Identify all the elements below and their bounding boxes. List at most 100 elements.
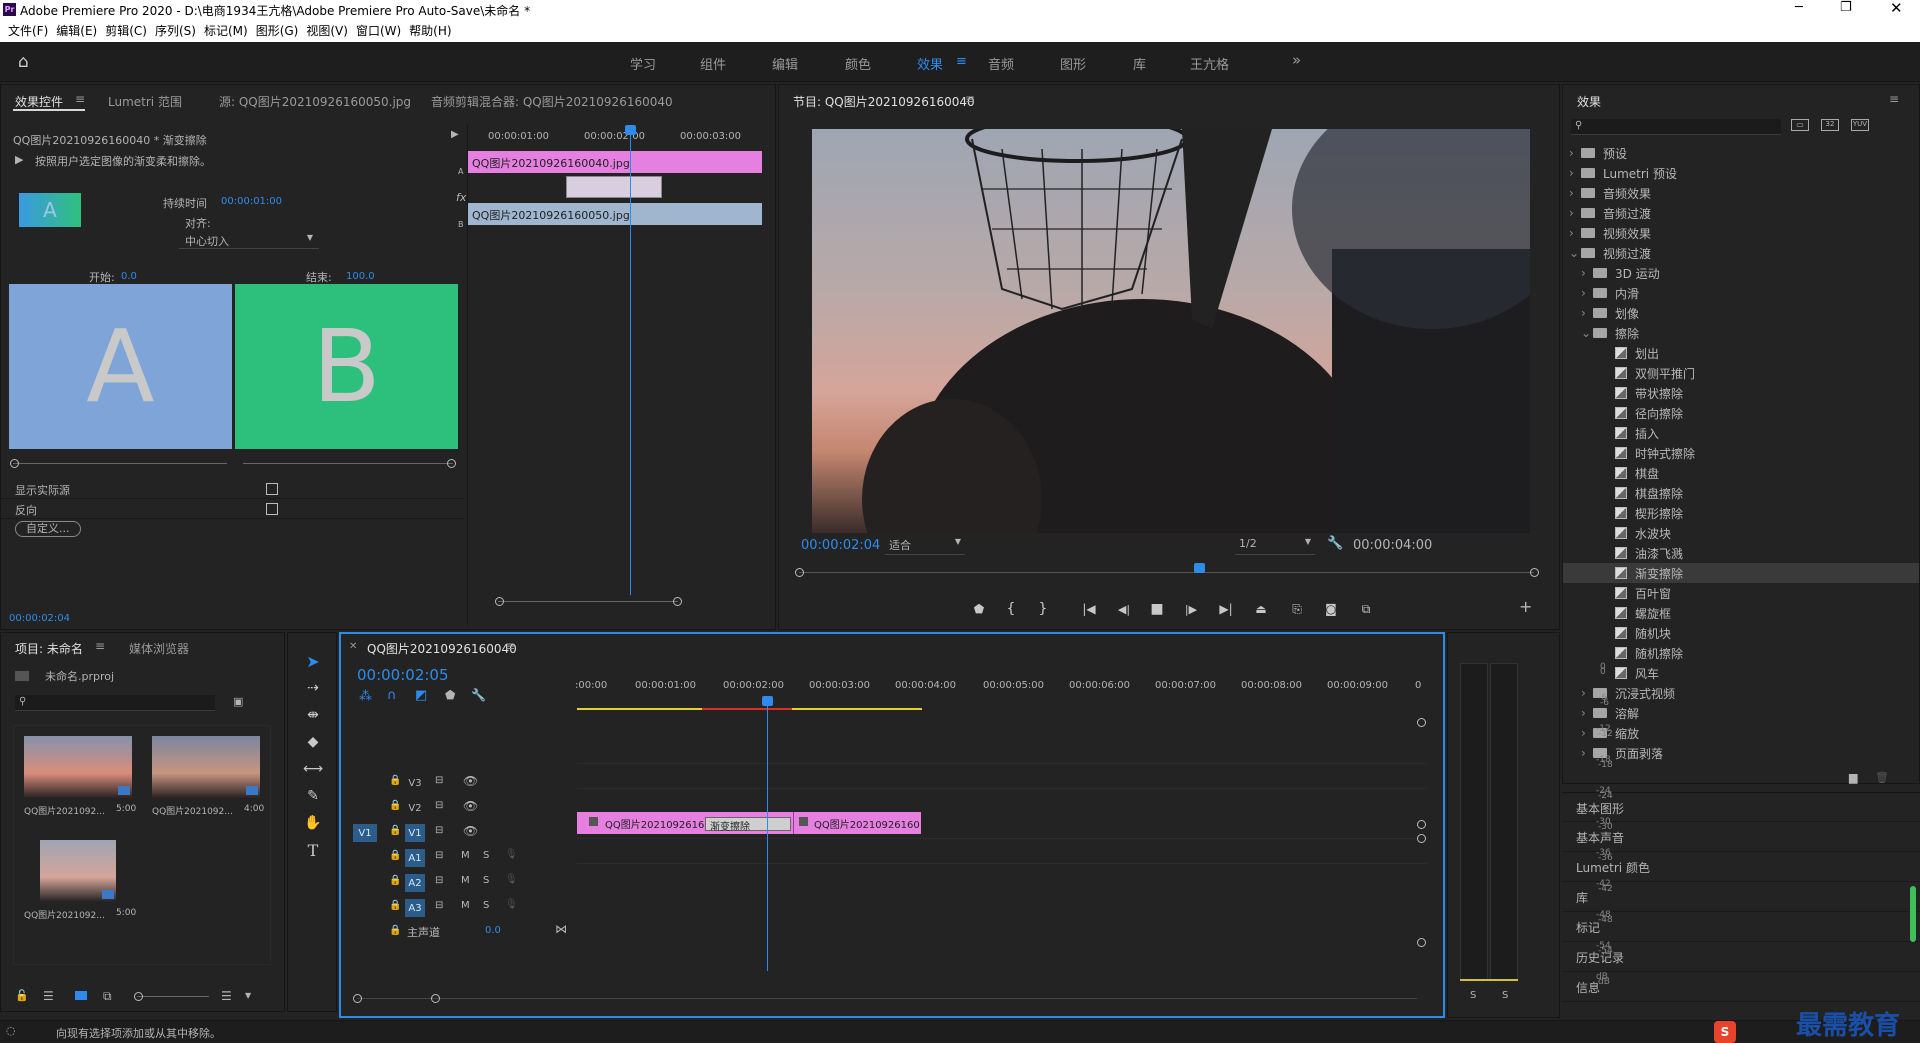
snap-icon[interactable]: ⁂ <box>359 689 372 704</box>
button-editor-icon[interactable]: + <box>1519 597 1532 616</box>
step-forward-icon[interactable]: |▶ <box>1181 599 1201 619</box>
mini-clip-b[interactable]: QQ图片20210926160050.jpg <box>468 203 762 225</box>
track-target-v3[interactable]: V3 <box>405 774 425 792</box>
add-marker-tl-icon[interactable]: ◩ <box>415 688 427 703</box>
lock-icon[interactable]: 🔒 <box>389 850 401 861</box>
timeline-menu-icon[interactable]: ≡ <box>505 639 515 653</box>
track-target-a1[interactable]: A1 <box>405 849 425 867</box>
zoom-slider[interactable] <box>137 996 209 997</box>
home-icon[interactable]: ⌂ <box>18 52 29 72</box>
chevron-right-icon[interactable]: › <box>1569 206 1581 220</box>
effects-tree-item[interactable]: › 视频效果 <box>1563 223 1919 243</box>
chevron-right-icon[interactable]: › <box>1569 166 1581 180</box>
scrubber-handle-right[interactable] <box>1530 568 1539 577</box>
mark-out-icon[interactable]: } <box>1033 599 1053 619</box>
clip-2[interactable]: QQ图片20210926160 <box>793 812 921 834</box>
ws-custom[interactable]: 王亢格 <box>1190 54 1229 73</box>
menu-sequence[interactable]: 序列(S) <box>155 20 196 42</box>
mic-icon[interactable]: 🎙 <box>505 849 518 860</box>
effects-tree-item[interactable]: 棋盘擦除 <box>1563 483 1919 503</box>
solo-right-button[interactable]: S <box>1502 990 1508 1001</box>
timeline-tab[interactable]: QQ图片20210926160040 <box>367 640 517 657</box>
align-dropdown[interactable]: 中心切入 ▼ <box>179 233 319 249</box>
add-marker-icon[interactable]: ⬟ <box>969 599 989 619</box>
lift-icon[interactable]: ⏏ <box>1251 599 1271 619</box>
effects-tree-item[interactable]: › 3D 运动 <box>1563 263 1919 283</box>
sync-lock-icon[interactable]: ⊟ <box>435 850 443 861</box>
effects-tree-item[interactable]: 棋盘 <box>1563 463 1919 483</box>
ec-timecode[interactable]: 00:00:02:04 <box>9 613 70 624</box>
marker-icon[interactable]: ⬟ <box>445 688 455 702</box>
type-tool-icon[interactable]: T <box>303 840 323 860</box>
effects-tree-item[interactable]: 百叶窗 <box>1563 583 1919 603</box>
timeline-timecode[interactable]: 00:00:02:05 <box>357 666 449 684</box>
program-title[interactable]: 节目: QQ图片20210926160040 <box>793 93 975 110</box>
go-to-next-edit-icon[interactable]: ⋈ <box>555 922 567 936</box>
chevron-right-icon[interactable]: › <box>1581 266 1593 280</box>
mute-button[interactable]: M <box>461 875 470 886</box>
solo-left-button[interactable]: S <box>1470 990 1476 1001</box>
effects-title[interactable]: 效果 <box>1577 93 1601 110</box>
go-to-out-icon[interactable]: ▶| <box>1216 599 1236 619</box>
end-value[interactable]: 100.0 <box>346 271 375 282</box>
lock-icon[interactable]: 🔒 <box>389 800 401 811</box>
h-scroll-handle-left[interactable] <box>353 994 362 1003</box>
effects-tree-item[interactable]: 油漆飞溅 <box>1563 543 1919 563</box>
lock-icon[interactable]: 🔒 <box>389 775 401 786</box>
ws-audio[interactable]: 音频 <box>988 54 1014 73</box>
tab-audio-clip-mixer[interactable]: 音频剪辑混合器: QQ图片20210926160040 <box>431 93 673 110</box>
v-scroll-handle[interactable] <box>1417 938 1426 947</box>
reverse-checkbox[interactable] <box>266 503 278 515</box>
h-scrollbar[interactable] <box>357 998 1417 999</box>
master-value[interactable]: 0.0 <box>485 925 501 936</box>
program-scrubber[interactable] <box>799 572 1534 573</box>
fit-dropdown[interactable]: 适合 ▼ <box>885 537 965 555</box>
transition-clip[interactable]: 渐变擦除 <box>705 817 791 833</box>
slip-tool-icon[interactable]: ⟷ <box>303 759 323 779</box>
tab-project[interactable]: 项目: 未命名 <box>15 640 83 657</box>
ripple-edit-tool-icon[interactable]: ⇼ <box>303 705 323 725</box>
effects-tree-item[interactable]: ⌄ 视频过渡 <box>1563 243 1919 263</box>
project-search[interactable]: ⚲ <box>15 695 215 711</box>
h-scroll-handle-right[interactable] <box>431 994 440 1003</box>
right-scroll-indicator[interactable] <box>1910 886 1916 942</box>
wrench-icon[interactable]: 🔧 <box>1327 536 1343 551</box>
pen-tool-icon[interactable]: ✎ <box>303 786 323 806</box>
eye-icon[interactable]: 👁 <box>463 824 478 838</box>
effects-tree-item[interactable]: › 预设 <box>1563 143 1919 163</box>
hand-tool-icon[interactable]: ✋ <box>303 813 323 833</box>
export-frame-icon[interactable]: ◙ <box>1321 599 1341 619</box>
menu-graphics[interactable]: 图形(G) <box>256 20 299 42</box>
lock-icon[interactable]: 🔒 <box>389 825 401 836</box>
new-bin-icon[interactable]: ▆ <box>1849 771 1857 784</box>
timeline-settings-icon[interactable]: 🔧 <box>471 688 486 702</box>
effects-tree-item[interactable]: › Lumetri 预设 <box>1563 163 1919 183</box>
mini-scroll-handle-left[interactable] <box>495 597 504 606</box>
solo-button[interactable]: S <box>483 900 489 911</box>
program-menu-icon[interactable]: ≡ <box>965 92 975 106</box>
menu-help[interactable]: 帮助(H) <box>409 20 451 42</box>
program-timecode[interactable]: 00:00:02:04 <box>801 538 880 553</box>
end-slider-handle[interactable] <box>447 459 456 468</box>
track-target-v2[interactable]: V2 <box>405 799 425 817</box>
timeline-playhead-handle[interactable] <box>762 696 773 706</box>
lock-icon[interactable]: 🔓 <box>15 989 29 1002</box>
effects-tree-item[interactable]: 楔形擦除 <box>1563 503 1919 523</box>
effects-tree-item[interactable]: 随机块 <box>1563 623 1919 643</box>
chevron-right-icon[interactable]: › <box>1569 186 1581 200</box>
track-target-a3[interactable]: A3 <box>405 899 425 917</box>
chevron-right-icon[interactable]: › <box>1581 306 1593 320</box>
mini-playhead-handle[interactable] <box>625 125 636 135</box>
lock-icon[interactable]: 🔒 <box>389 875 401 886</box>
delete-icon[interactable]: 🗑 <box>1875 771 1889 784</box>
mini-playhead[interactable] <box>630 125 631 595</box>
duration-value[interactable]: 00:00:01:00 <box>221 196 282 207</box>
track-target-a2[interactable]: A2 <box>405 874 425 892</box>
chevron-right-icon[interactable]: › <box>1581 286 1593 300</box>
end-slider[interactable] <box>243 463 453 464</box>
new-search-bin-icon[interactable]: ▣ <box>233 695 243 708</box>
effects-tree-item[interactable]: ⌄ 擦除 <box>1563 323 1919 343</box>
lock-icon[interactable]: 🔒 <box>389 900 401 911</box>
eye-icon[interactable]: 👁 <box>463 774 478 788</box>
ws-graphics[interactable]: 图形 <box>1060 54 1086 73</box>
